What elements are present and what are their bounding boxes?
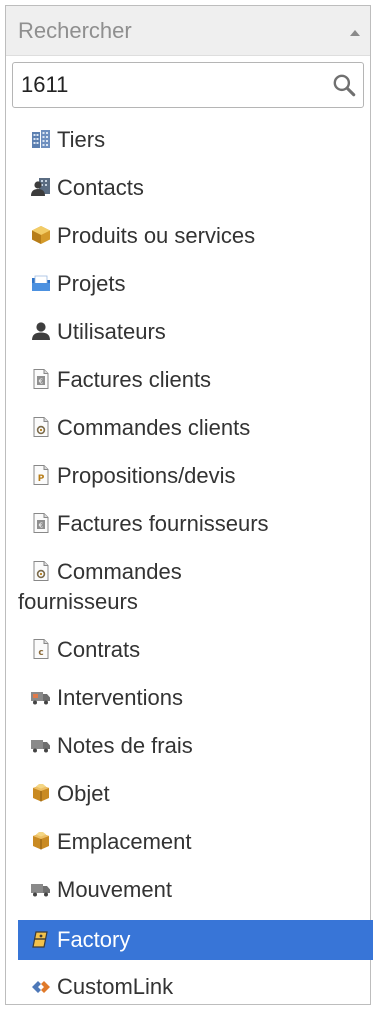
invoice-icon: €: [30, 512, 52, 534]
list-item-factures-clients[interactable]: € Factures clients: [18, 365, 373, 395]
list-item-label: Factures clients: [57, 367, 212, 392]
list-item-projets[interactable]: Projets: [18, 269, 373, 299]
search-icon[interactable]: [331, 72, 357, 98]
list-item-label: Factures fournisseurs: [57, 511, 269, 536]
list-item-label: Emplacement: [57, 829, 192, 854]
product-box-icon: [30, 224, 52, 246]
project-folder-icon: [30, 272, 52, 294]
caret-up-icon[interactable]: [350, 29, 360, 36]
order-icon: [30, 416, 52, 438]
list-item-label: Contrats: [57, 637, 141, 662]
list-item-label: Projets: [57, 271, 126, 296]
package-icon: [30, 782, 52, 804]
svg-text:€: €: [39, 522, 43, 530]
user-icon: [30, 320, 52, 342]
list-item-label: Objet: [57, 781, 110, 806]
building-icon: [30, 128, 52, 150]
list-item-contacts[interactable]: Contacts: [18, 173, 373, 203]
list-item-propositions[interactable]: P Propositions/devis: [18, 461, 373, 491]
svg-text:c: c: [38, 648, 43, 658]
truck-icon: [30, 878, 52, 900]
list-item-label: Produits ou services: [57, 223, 256, 248]
list-item-label-line1: Commandes: [57, 559, 182, 584]
package-icon: [30, 830, 52, 852]
list-item-label: Commandes clients: [57, 415, 251, 440]
dropdown-header-label: Rechercher: [18, 17, 132, 43]
list-item-customlink[interactable]: CustomLink: [18, 972, 373, 1002]
list-item-contrats[interactable]: c Contrats: [18, 635, 373, 665]
list-item-label: Propositions/devis: [57, 463, 236, 488]
proposal-icon: P: [30, 464, 52, 486]
list-item-label: Interventions: [57, 685, 183, 710]
list-item-utilisateurs[interactable]: Utilisateurs: [18, 317, 373, 347]
svg-text:€: €: [39, 378, 43, 386]
list-item-interventions[interactable]: Interventions: [18, 683, 373, 713]
customlink-icon: [30, 975, 52, 997]
search-box[interactable]: [12, 62, 364, 108]
list-item-label: Contacts: [57, 175, 144, 200]
list-item-label: Mouvement: [57, 877, 172, 902]
list-item-objet[interactable]: Objet: [18, 779, 373, 809]
search-wrap: [6, 56, 370, 108]
intervention-truck-icon: [30, 686, 52, 708]
truck-icon: [30, 734, 52, 756]
list-item-mouvement[interactable]: Mouvement: [18, 875, 373, 905]
list-item-factures-fournisseurs[interactable]: € Factures fournisseurs: [18, 509, 373, 539]
list-item-label: Tiers: [57, 127, 106, 152]
search-input[interactable]: [21, 72, 331, 98]
list-item-factory[interactable]: Factory: [18, 920, 373, 960]
list-item-commandes-fournisseurs[interactable]: Commandes fournisseurs: [18, 557, 373, 617]
invoice-icon: €: [30, 368, 52, 390]
list-item-commandes-clients[interactable]: Commandes clients: [18, 413, 373, 443]
list-item-produits[interactable]: Produits ou services: [18, 221, 373, 251]
list-item-label-line2: fournisseurs: [18, 589, 138, 614]
factory-icon: [30, 928, 52, 950]
contacts-icon: [30, 176, 52, 198]
svg-text:P: P: [38, 474, 45, 484]
list-item-label: Utilisateurs: [57, 319, 166, 344]
contract-icon: c: [30, 638, 52, 660]
list-item-tiers[interactable]: Tiers: [18, 125, 373, 155]
list-item-emplacement[interactable]: Emplacement: [18, 827, 373, 857]
list-item-notes-de-frais[interactable]: Notes de frais: [18, 731, 373, 761]
list-item-label: Notes de frais: [57, 733, 193, 758]
list-item-label: CustomLink: [57, 974, 174, 999]
search-dropdown: Rechercher Tiers Contacts Produits ou se…: [5, 5, 373, 1005]
list-item-label: Factory: [57, 927, 131, 952]
dropdown-header[interactable]: Rechercher: [6, 6, 370, 56]
order-icon: [30, 560, 52, 582]
